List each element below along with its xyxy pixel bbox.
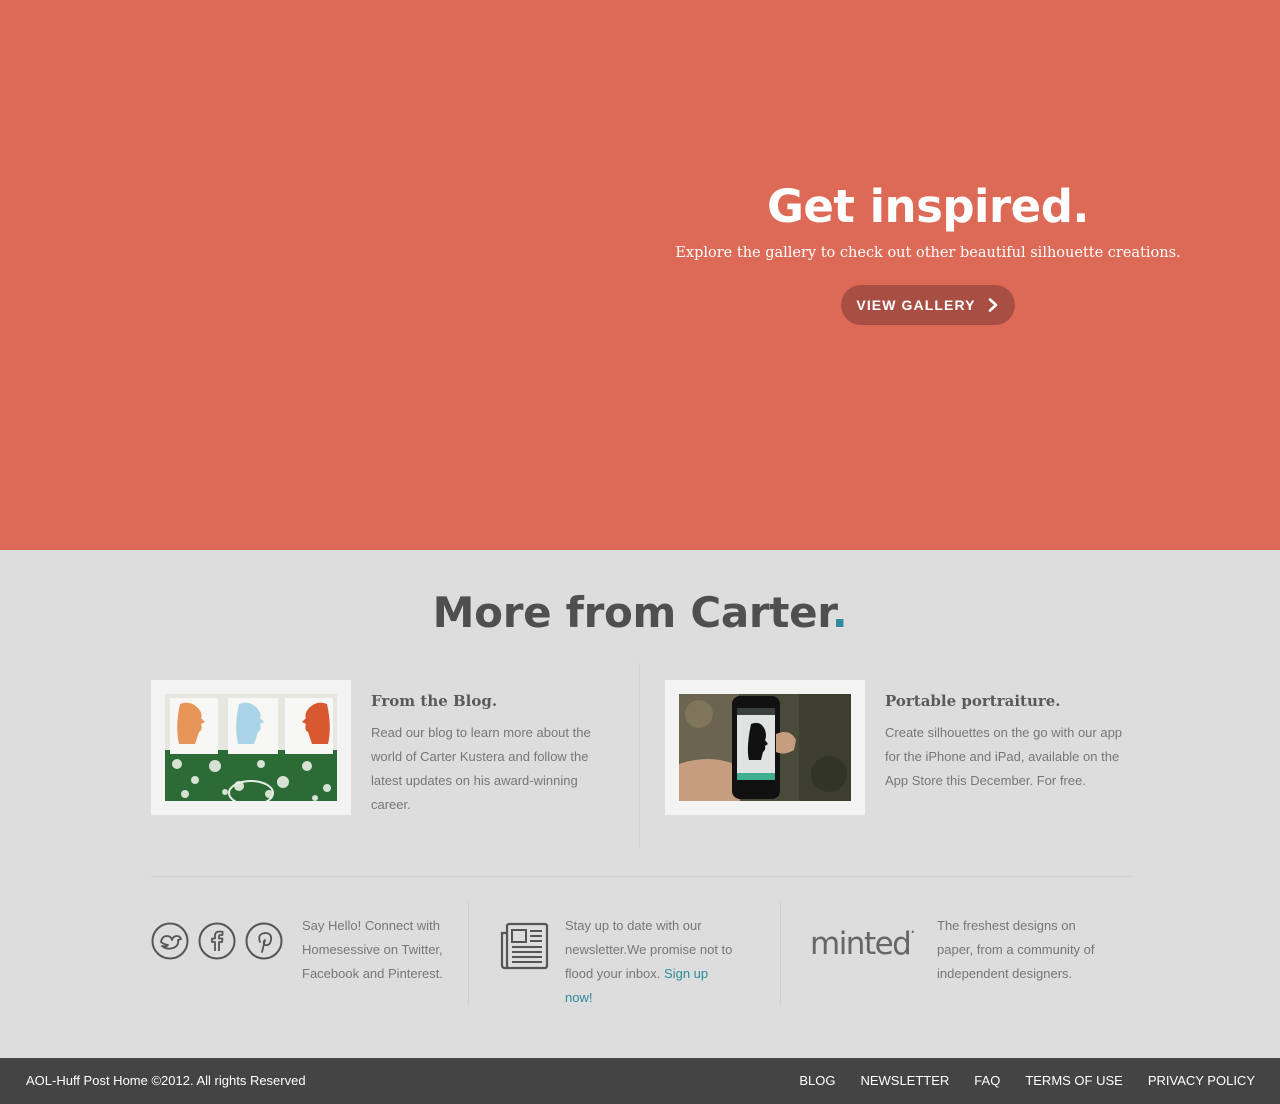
- footer-link-terms[interactable]: TERMS OF USE: [1025, 1073, 1123, 1088]
- app-thumbnail[interactable]: [665, 680, 865, 815]
- twitter-icon[interactable]: [151, 922, 189, 960]
- registered-mark: •: [910, 928, 916, 937]
- blog-heading[interactable]: From the Blog.: [371, 692, 497, 710]
- footer-link-newsletter[interactable]: NEWSLETTER: [860, 1073, 949, 1088]
- footer-link-faq[interactable]: FAQ: [974, 1073, 1000, 1088]
- blog-thumbnail[interactable]: [151, 680, 351, 815]
- bottom-divider-2: [780, 902, 781, 1005]
- feature-divider: [639, 663, 640, 847]
- section-divider: [151, 876, 1131, 877]
- app-image: [679, 694, 851, 801]
- minted-text: The freshest designs on paper, from a co…: [937, 918, 1095, 981]
- app-description: Create silhouettes on the go with our ap…: [885, 725, 1123, 788]
- hero-subtitle: Explore the gallery to check out other b…: [675, 245, 1181, 261]
- section-title-text: More from Carter: [432, 588, 832, 637]
- title-accent-dot: .: [831, 588, 848, 637]
- section-title: More from Carter.: [0, 588, 1280, 637]
- newspaper-icon[interactable]: [498, 921, 550, 973]
- footer-link-privacy[interactable]: PRIVACY POLICY: [1148, 1073, 1255, 1088]
- hero-banner: Get inspired. Explore the gallery to che…: [0, 0, 1280, 550]
- minted-logo-text: minted: [810, 926, 912, 962]
- blog-image: [165, 694, 337, 801]
- view-gallery-label: VIEW GALLERY: [856, 297, 976, 313]
- footer-nav: BLOG NEWSLETTER FAQ TERMS OF USE PRIVACY…: [799, 1073, 1255, 1088]
- footer: AOL-Huff Post Home ©2012. All rights Res…: [0, 1058, 1280, 1104]
- minted-logo[interactable]: minted•: [810, 926, 915, 962]
- chevron-right-icon: [988, 298, 997, 312]
- social-text: Say Hello! Connect with Homesessive on T…: [302, 918, 443, 981]
- bottom-divider-1: [468, 902, 469, 1005]
- footer-copyright: AOL-Huff Post Home ©2012. All rights Res…: [26, 1073, 306, 1088]
- view-gallery-button[interactable]: VIEW GALLERY: [841, 285, 1015, 325]
- newsletter-text: Stay up to date with our newsletter.We p…: [565, 914, 737, 1010]
- footer-link-blog[interactable]: BLOG: [799, 1073, 835, 1088]
- facebook-icon[interactable]: [198, 922, 236, 960]
- blog-description: Read our blog to learn more about the wo…: [371, 725, 591, 812]
- app-heading[interactable]: Portable portraiture.: [885, 692, 1061, 710]
- pinterest-icon[interactable]: [245, 922, 283, 960]
- hero-title: Get inspired.: [766, 180, 1090, 233]
